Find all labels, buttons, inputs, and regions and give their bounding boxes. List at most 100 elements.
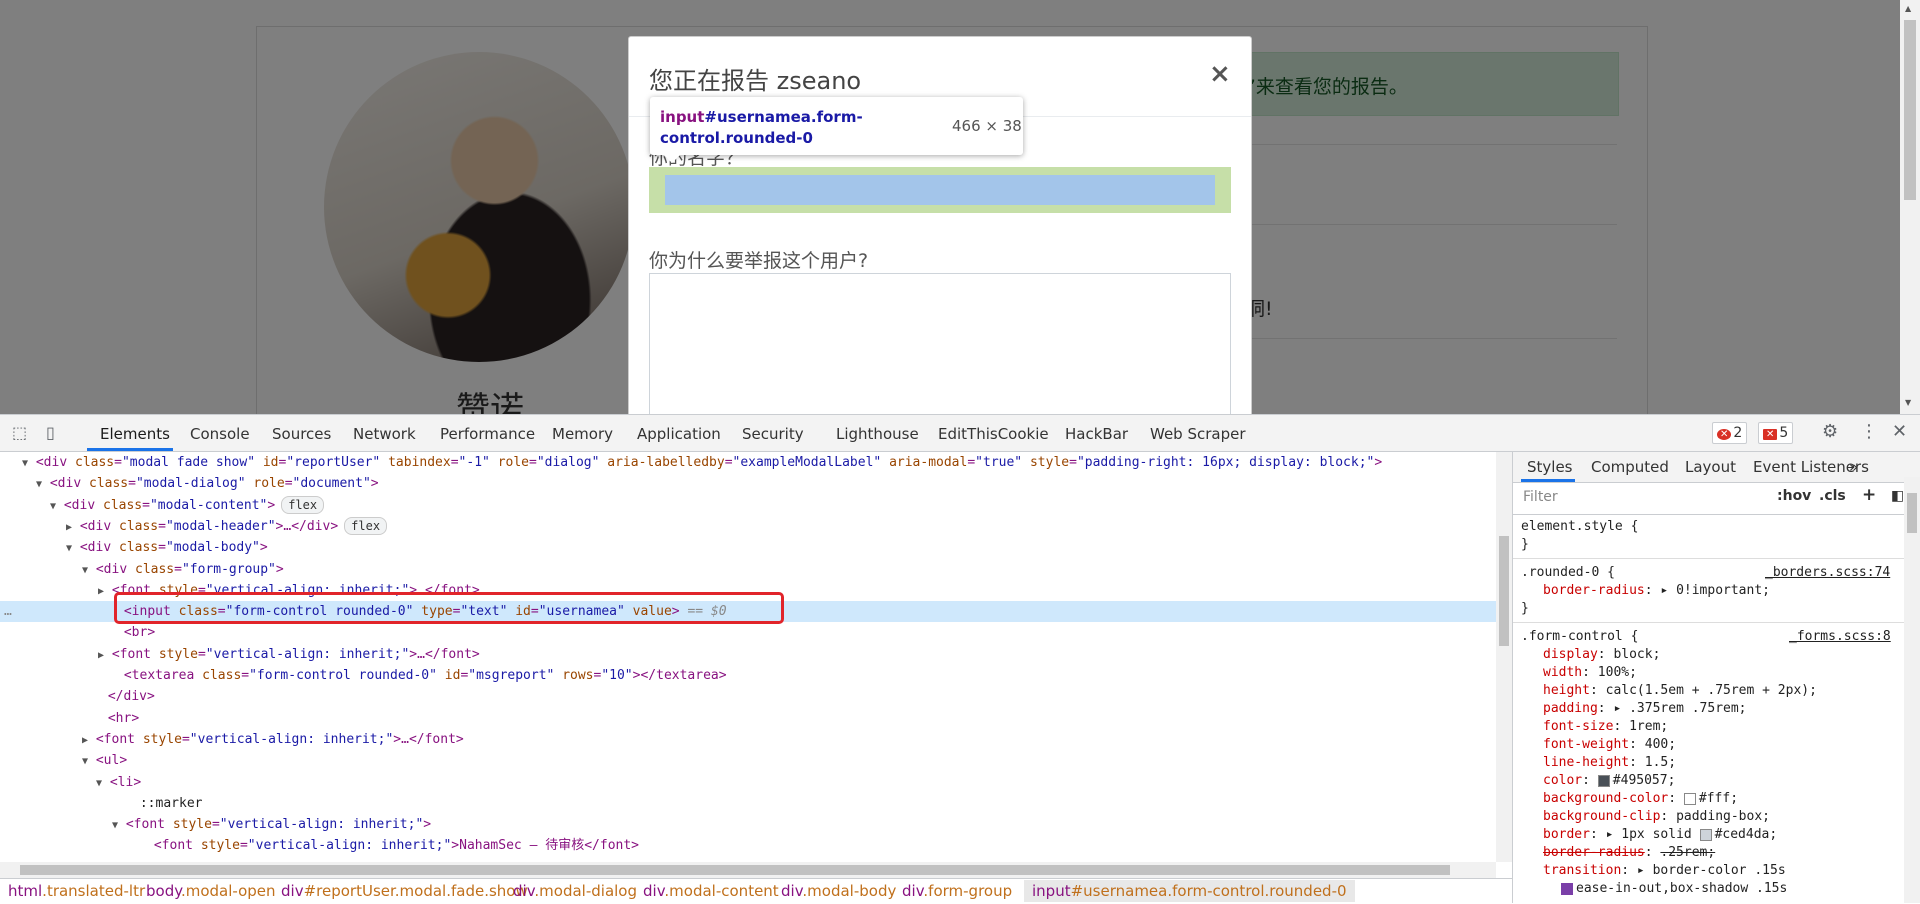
dom-node[interactable]: <br> — [0, 622, 155, 643]
breadcrumb-div[interactable]: div#reportUser.modal.fade.show — [281, 882, 528, 900]
style-prop[interactable]: line-height: 1.5; — [1543, 754, 1676, 772]
scroll-down-icon[interactable]: ▼ — [1905, 398, 1911, 407]
style-prop[interactable]: display: block; — [1543, 646, 1660, 664]
tab-performance[interactable]: Performance — [440, 425, 535, 443]
style-prop-transition-cont[interactable]: ease-in-out,box-shadow .15s — [1543, 880, 1787, 898]
style-prop[interactable]: width: 100%; — [1543, 664, 1637, 682]
hov-toggle[interactable]: :hov — [1777, 488, 1811, 504]
styles-tab-more[interactable]: » — [1849, 458, 1858, 476]
tab-console[interactable]: Console — [190, 425, 250, 443]
dom-node[interactable]: ▼ <div class="modal fade show" id="repor… — [0, 452, 1382, 473]
inspect-element-icon[interactable]: ⬚ — [12, 423, 27, 442]
elements-vscroll-thumb[interactable] — [1499, 536, 1509, 646]
dom-node[interactable]: ::marker — [0, 793, 203, 814]
issues-badge[interactable]: ✕ 5 — [1758, 422, 1794, 444]
tab-editthiscookie[interactable]: EditThisCookie — [938, 425, 1049, 443]
active-tab-indicator — [87, 448, 173, 451]
tab-application[interactable]: Application — [637, 425, 721, 443]
styles-filter-input[interactable]: Filter — [1519, 487, 1733, 507]
tab-web-scraper[interactable]: Web Scraper — [1150, 425, 1246, 443]
rule-separator — [1513, 558, 1905, 559]
style-prop[interactable]: height: calc(1.5em + .75rem + 2px); — [1543, 682, 1817, 700]
close-icon[interactable]: ✕ — [1892, 421, 1907, 442]
flex-badge[interactable]: flex — [344, 516, 388, 535]
devtools: ⬚ ▯ Elements Console Sources Network Perform… — [0, 414, 1920, 904]
add-rule-button[interactable]: + — [1862, 485, 1876, 505]
dom-node[interactable]: ▶ <div class="modal-header">…</div> flex — [0, 516, 388, 537]
device-toolbar-icon[interactable]: ▯ — [46, 423, 55, 442]
close-icon[interactable]: × — [1209, 59, 1231, 89]
error-icon: ✕ — [1717, 429, 1732, 440]
tab-lighthouse[interactable]: Lighthouse — [836, 425, 919, 443]
tooltip-tag: input — [660, 108, 705, 126]
form-control-rule-selector: .form-control {_forms.scss:8 — [1521, 629, 1891, 644]
dom-node[interactable]: <font style="vertical-align: inherit;">N… — [0, 835, 639, 856]
more-vert-icon[interactable]: ⋮ — [1860, 421, 1878, 442]
tab-memory[interactable]: Memory — [552, 425, 613, 443]
tab-elements[interactable]: Elements — [100, 425, 170, 443]
flex-badge[interactable]: flex — [281, 495, 325, 514]
dom-node[interactable]: ▼ <div class="modal-content"> flex — [0, 495, 325, 516]
styles-tab-layout[interactable]: Layout — [1685, 458, 1736, 476]
styles-filter-row: Filter :hov .cls + ◧ — [1513, 482, 1920, 515]
issues-count: 5 — [1779, 425, 1789, 441]
tab-hackbar[interactable]: HackBar — [1065, 425, 1128, 443]
dom-node[interactable]: ▶ <font style="vertical-align: inherit;"… — [0, 644, 480, 665]
breadcrumb-div[interactable]: div.form-group — [902, 882, 1012, 900]
dom-node[interactable]: ▼ <font style="vertical-align: inherit;"… — [0, 814, 431, 835]
dom-node[interactable]: ▼ <div class="modal-dialog" role="docume… — [0, 473, 379, 494]
dom-node[interactable]: </div> — [0, 686, 155, 707]
breadcrumb-div[interactable]: div.modal-body — [781, 882, 896, 900]
issue-icon: ✕ — [1763, 429, 1778, 440]
dom-node[interactable]: <textarea class="form-control rounded-0"… — [0, 665, 727, 686]
dom-node[interactable]: <hr> — [0, 708, 139, 729]
errors-count: 2 — [1733, 425, 1743, 441]
styles-panel: Styles Computed Layout Event Listeners» Fil… — [1512, 452, 1920, 903]
inspect-highlight-content — [665, 175, 1215, 205]
breadcrumb-html[interactable]: html.translated-ltr — [8, 882, 145, 900]
page-viewport: 赞诺 ”来查看您的报告。 洞! 您正在报告 zseano × 你的名字？ 你为什… — [0, 0, 1920, 414]
style-prop[interactable]: padding: ▸ .375rem .75rem; — [1543, 700, 1747, 718]
style-prop[interactable]: border-radius: ▸ 0!important; — [1543, 582, 1770, 600]
style-prop[interactable]: border-radius: .25rem; — [1543, 844, 1715, 862]
modal-title: 您正在报告 zseano — [649, 67, 862, 95]
report-textarea[interactable] — [649, 273, 1231, 414]
dom-node[interactable]: ▼ <div class="form-group"> — [0, 559, 284, 580]
rule-close: } — [1521, 537, 1529, 552]
elements-vscrollbar[interactable] — [1496, 452, 1512, 862]
username-input[interactable] — [649, 167, 1231, 213]
tab-network[interactable]: Network — [353, 425, 416, 443]
elements-hscroll-thumb[interactable] — [20, 865, 1450, 875]
dom-node[interactable]: ▼ <ul> — [0, 750, 127, 771]
elements-hscrollbar[interactable] — [0, 862, 1496, 878]
toggle-sidebar-icon[interactable]: ◧ — [1891, 488, 1904, 504]
rule-separator — [1513, 622, 1905, 623]
style-prop[interactable]: background-clip: padding-box; — [1543, 808, 1770, 826]
styles-tab-styles[interactable]: Styles — [1527, 458, 1573, 476]
page-scroll-thumb[interactable] — [1904, 20, 1916, 200]
style-prop[interactable]: transition: ▸ border-color .15s — [1543, 862, 1786, 880]
tab-security[interactable]: Security — [742, 425, 804, 443]
styles-tab-computed[interactable]: Computed — [1591, 458, 1669, 476]
gear-icon[interactable]: ⚙ — [1822, 421, 1838, 442]
cls-toggle[interactable]: .cls — [1819, 488, 1846, 504]
scroll-up-icon[interactable]: ▲ — [1905, 4, 1911, 13]
page-scrollbar[interactable]: ▲ ▼ — [1900, 0, 1920, 414]
style-prop[interactable]: font-size: 1rem; — [1543, 718, 1668, 736]
styles-scroll-thumb[interactable] — [1907, 493, 1917, 533]
breadcrumb-body[interactable]: body.modal-open — [146, 882, 276, 900]
breadcrumb-div[interactable]: div.modal-content — [643, 882, 779, 900]
node-actions-icon[interactable]: … — [4, 601, 12, 622]
style-prop[interactable]: color: #495057; — [1543, 772, 1675, 790]
style-prop[interactable]: border: ▸ 1px solid #ced4da; — [1543, 826, 1777, 844]
style-prop[interactable]: background-color: #fff; — [1543, 790, 1738, 808]
breadcrumb-div[interactable]: div.modal-dialog — [513, 882, 637, 900]
breadcrumb-input[interactable]: input#usernamea.form-control.rounded-0 — [1024, 880, 1355, 902]
dom-node[interactable]: ▼ <div class="modal-body"> — [0, 537, 268, 558]
style-prop[interactable]: font-weight: 400; — [1543, 736, 1676, 754]
dom-node[interactable]: ▶ <font style="vertical-align: inherit;"… — [0, 729, 464, 750]
dom-node[interactable]: ▼ <li> — [0, 772, 141, 793]
errors-badge[interactable]: ✕ 2 — [1712, 422, 1748, 444]
tab-sources[interactable]: Sources — [272, 425, 331, 443]
styles-scrollbar[interactable] — [1904, 477, 1920, 903]
